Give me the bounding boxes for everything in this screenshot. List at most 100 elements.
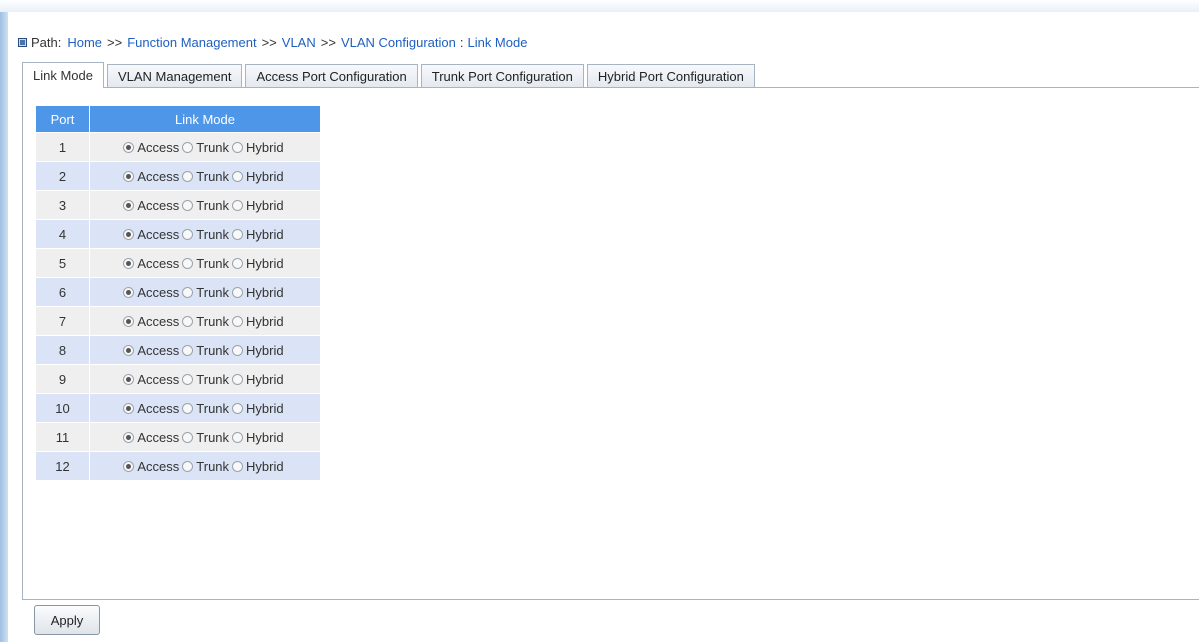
radio-label-hybrid[interactable]: Hybrid xyxy=(246,314,284,329)
radio-access[interactable] xyxy=(123,199,135,211)
port-cell: 8 xyxy=(36,335,90,365)
link-mode-cell: Access Trunk Hybrid xyxy=(89,161,320,191)
radio-label-hybrid[interactable]: Hybrid xyxy=(246,430,284,445)
radio-label-access[interactable]: Access xyxy=(137,285,179,300)
link-mode-table: Port Link Mode 1 Access Trunk Hybrid 2 Access… xyxy=(36,106,320,480)
radio-access[interactable] xyxy=(123,170,135,182)
radio-access[interactable] xyxy=(123,286,135,298)
breadcrumb-home[interactable]: Home xyxy=(67,35,102,50)
radio-hybrid[interactable] xyxy=(232,228,244,240)
link-mode-cell: Access Trunk Hybrid xyxy=(89,451,320,480)
radio-label-hybrid[interactable]: Hybrid xyxy=(246,401,284,416)
radio-label-hybrid[interactable]: Hybrid xyxy=(246,198,284,213)
radio-label-trunk[interactable]: Trunk xyxy=(196,401,229,416)
radio-hybrid[interactable] xyxy=(232,373,244,385)
radio-label-trunk[interactable]: Trunk xyxy=(196,285,229,300)
breadcrumb-separator: >> xyxy=(261,34,277,50)
port-cell: 10 xyxy=(36,393,90,423)
table-row: 6 Access Trunk Hybrid xyxy=(36,277,320,307)
radio-label-trunk[interactable]: Trunk xyxy=(196,140,229,155)
radio-trunk[interactable] xyxy=(182,344,194,356)
radio-hybrid[interactable] xyxy=(232,141,244,153)
radio-label-access[interactable]: Access xyxy=(137,430,179,445)
radio-access[interactable] xyxy=(123,141,135,153)
radio-access[interactable] xyxy=(123,315,135,327)
radio-trunk[interactable] xyxy=(182,257,194,269)
radio-label-trunk[interactable]: Trunk xyxy=(196,256,229,271)
radio-access[interactable] xyxy=(123,373,135,385)
radio-hybrid[interactable] xyxy=(232,402,244,414)
apply-button[interactable]: Apply xyxy=(34,605,100,635)
radio-label-hybrid[interactable]: Hybrid xyxy=(246,227,284,242)
radio-label-trunk[interactable]: Trunk xyxy=(196,459,229,474)
tab-vlan-management[interactable]: VLAN Management xyxy=(106,64,243,88)
radio-label-access[interactable]: Access xyxy=(137,343,179,358)
link-mode-cell: Access Trunk Hybrid xyxy=(89,393,320,423)
breadcrumb-vlan-configuration[interactable]: VLAN Configuration xyxy=(341,35,456,50)
radio-trunk[interactable] xyxy=(182,431,194,443)
radio-label-access[interactable]: Access xyxy=(137,256,179,271)
radio-hybrid[interactable] xyxy=(232,286,244,298)
table-row: 11 Access Trunk Hybrid xyxy=(36,422,320,452)
radio-label-access[interactable]: Access xyxy=(137,198,179,213)
radio-access[interactable] xyxy=(123,344,135,356)
radio-label-hybrid[interactable]: Hybrid xyxy=(246,256,284,271)
radio-trunk[interactable] xyxy=(182,141,194,153)
radio-label-access[interactable]: Access xyxy=(137,314,179,329)
table-row: 1 Access Trunk Hybrid xyxy=(36,132,320,162)
radio-label-access[interactable]: Access xyxy=(137,401,179,416)
radio-label-hybrid[interactable]: Hybrid xyxy=(246,285,284,300)
radio-label-trunk[interactable]: Trunk xyxy=(196,430,229,445)
radio-label-hybrid[interactable]: Hybrid xyxy=(246,372,284,387)
radio-label-hybrid[interactable]: Hybrid xyxy=(246,169,284,184)
radio-label-hybrid[interactable]: Hybrid xyxy=(246,459,284,474)
radio-trunk[interactable] xyxy=(182,315,194,327)
radio-access[interactable] xyxy=(123,402,135,414)
radio-label-trunk[interactable]: Trunk xyxy=(196,343,229,358)
radio-hybrid[interactable] xyxy=(232,257,244,269)
radio-trunk[interactable] xyxy=(182,460,194,472)
radio-trunk[interactable] xyxy=(182,199,194,211)
radio-label-trunk[interactable]: Trunk xyxy=(196,227,229,242)
radio-access[interactable] xyxy=(123,228,135,240)
tab-access-port-configuration[interactable]: Access Port Configuration xyxy=(245,64,418,88)
breadcrumb-current[interactable]: Link Mode xyxy=(467,35,527,50)
tab-hybrid-port-configuration[interactable]: Hybrid Port Configuration xyxy=(586,64,755,88)
radio-access[interactable] xyxy=(123,257,135,269)
radio-trunk[interactable] xyxy=(182,170,194,182)
radio-label-access[interactable]: Access xyxy=(137,372,179,387)
radio-hybrid[interactable] xyxy=(232,460,244,472)
radio-label-trunk[interactable]: Trunk xyxy=(196,314,229,329)
radio-label-trunk[interactable]: Trunk xyxy=(196,169,229,184)
radio-label-access[interactable]: Access xyxy=(137,459,179,474)
radio-trunk[interactable] xyxy=(182,373,194,385)
radio-hybrid[interactable] xyxy=(232,344,244,356)
radio-hybrid[interactable] xyxy=(232,199,244,211)
radio-access[interactable] xyxy=(123,431,135,443)
radio-trunk[interactable] xyxy=(182,402,194,414)
table-row: 8 Access Trunk Hybrid xyxy=(36,335,320,365)
radio-label-hybrid[interactable]: Hybrid xyxy=(246,140,284,155)
link-mode-cell: Access Trunk Hybrid xyxy=(89,190,320,220)
tab-trunk-port-configuration[interactable]: Trunk Port Configuration xyxy=(420,64,584,88)
radio-label-access[interactable]: Access xyxy=(137,227,179,242)
link-mode-cell: Access Trunk Hybrid xyxy=(89,335,320,365)
port-cell: 5 xyxy=(36,248,90,278)
table-row: 3 Access Trunk Hybrid xyxy=(36,190,320,220)
radio-hybrid[interactable] xyxy=(232,315,244,327)
radio-label-access[interactable]: Access xyxy=(137,169,179,184)
radio-label-trunk[interactable]: Trunk xyxy=(196,198,229,213)
tab-link-mode[interactable]: Link Mode xyxy=(22,62,104,88)
breadcrumb-function-management[interactable]: Function Management xyxy=(127,35,256,50)
radio-trunk[interactable] xyxy=(182,228,194,240)
radio-hybrid[interactable] xyxy=(232,170,244,182)
radio-label-access[interactable]: Access xyxy=(137,140,179,155)
breadcrumb-vlan[interactable]: VLAN xyxy=(282,35,316,50)
radio-label-hybrid[interactable]: Hybrid xyxy=(246,343,284,358)
radio-access[interactable] xyxy=(123,460,135,472)
radio-trunk[interactable] xyxy=(182,286,194,298)
radio-label-trunk[interactable]: Trunk xyxy=(196,372,229,387)
breadcrumb: Path: Home >> Function Management >> VLA… xyxy=(18,34,527,50)
link-mode-cell: Access Trunk Hybrid xyxy=(89,248,320,278)
radio-hybrid[interactable] xyxy=(232,431,244,443)
